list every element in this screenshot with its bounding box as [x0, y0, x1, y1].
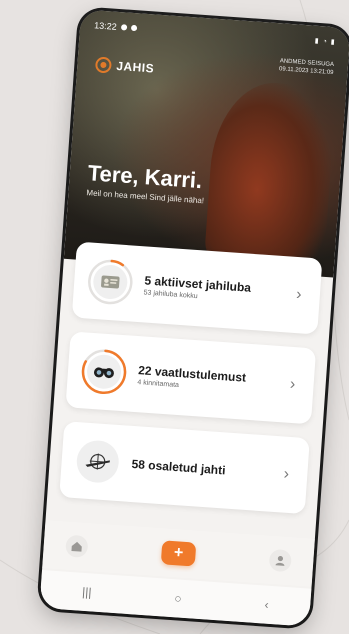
add-button[interactable]: + [160, 540, 197, 567]
hero-image: 13:22 ▮ ◔ ▮ ANDMED SEISUGA 09.11.2023 13… [63, 9, 349, 278]
hunts-card[interactable]: 58 osaletud jahti › [59, 421, 310, 515]
rifle-scope-icon [85, 453, 110, 470]
signal-battery-icon: ▮ ◔ ▮ [314, 37, 336, 47]
logo-mark-icon [94, 56, 112, 74]
system-back-button[interactable]: ‹ [264, 598, 269, 612]
binoculars-icon [93, 367, 114, 379]
hunts-icon-wrap [72, 436, 123, 487]
app-logo: JAHIS [94, 56, 155, 76]
permits-card[interactable]: 5 aktiivset jahiluba 53 jahiluba kokku › [71, 241, 323, 335]
data-update-info: ANDMED SEISUGA 09.11.2023 13:21:09 [279, 57, 335, 77]
user-icon [275, 555, 285, 566]
hunts-title: 58 osaletud jahti [131, 456, 226, 478]
permits-progress-ring [85, 256, 136, 307]
chevron-right-icon: › [289, 375, 296, 394]
phone-screen: 13:22 ▮ ◔ ▮ ANDMED SEISUGA 09.11.2023 13… [39, 9, 349, 627]
observations-card[interactable]: 22 vaatlustulemust 4 kinnitamata › [65, 331, 317, 425]
home-icon [71, 541, 82, 552]
system-home-button[interactable]: ○ [174, 591, 182, 605]
recent-apps-button[interactable]: ||| [82, 585, 92, 600]
observations-progress-ring [78, 346, 129, 397]
chevron-right-icon: › [283, 465, 290, 483]
notification-icon [130, 24, 137, 32]
logo-text: JAHIS [115, 58, 155, 76]
hunter-photo [204, 78, 337, 267]
notification-icon [120, 24, 127, 31]
status-time: 13:22 [93, 20, 118, 32]
chevron-right-icon: › [295, 286, 303, 304]
home-nav-button[interactable] [65, 534, 89, 559]
id-card-icon [101, 275, 120, 289]
profile-nav-button[interactable] [268, 548, 293, 573]
